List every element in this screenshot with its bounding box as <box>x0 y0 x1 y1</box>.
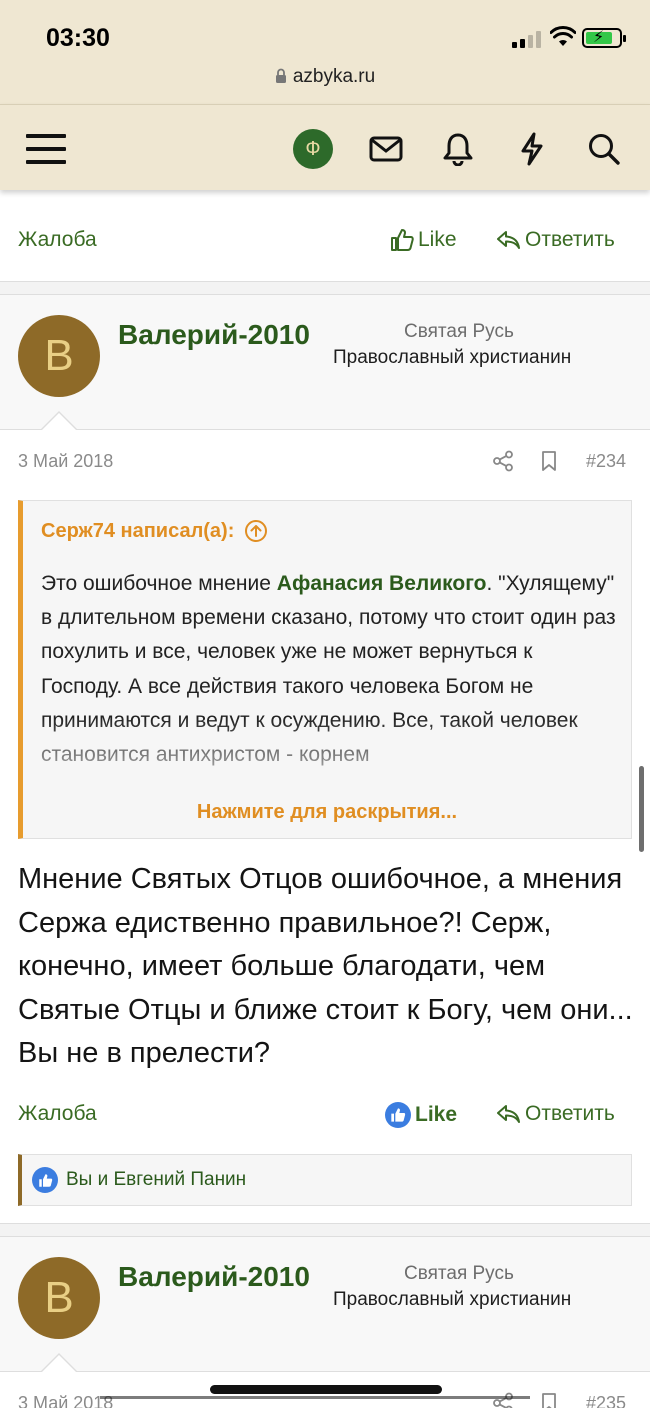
user-role: Православный христианин <box>333 1289 572 1310</box>
lock-icon <box>275 68 286 83</box>
arrow-up-circle-icon <box>245 520 268 542</box>
liked-icon <box>385 1102 411 1128</box>
like-label: Like <box>415 1103 458 1126</box>
share-icon <box>493 1392 513 1408</box>
report-link[interactable]: Жалоба <box>18 228 97 252</box>
post-author-header: В Валерий-2010 Святая Русь Православный … <box>0 294 650 430</box>
like-button[interactable]: Like <box>390 228 457 252</box>
url-bar[interactable]: azbyka.ru <box>0 66 650 88</box>
user-title: Святая Русь <box>404 1263 514 1284</box>
bookmark-icon <box>542 1393 556 1408</box>
reply-button[interactable]: Ответить <box>496 1102 615 1126</box>
avatar[interactable]: В <box>18 315 100 397</box>
url-text: azbyka.ru <box>292 66 376 87</box>
account-avatar: Ф <box>293 129 333 169</box>
share-button[interactable] <box>492 450 514 477</box>
bell-icon <box>443 133 473 166</box>
share-icon <box>493 450 513 472</box>
hamburger-icon <box>26 134 66 164</box>
user-title: Святая Русь <box>404 321 514 342</box>
envelope-icon <box>369 136 403 162</box>
inbox-button[interactable] <box>366 129 406 169</box>
avatar[interactable]: В <box>18 1257 100 1339</box>
status-bar: 03:30 ⚡ azbyka.ru <box>0 0 650 104</box>
quote-author[interactable]: Серж74 написал(а): <box>41 519 268 543</box>
bookmark-button[interactable] <box>540 450 558 477</box>
battery-icon: ⚡ <box>582 28 626 48</box>
like-badge-icon <box>32 1167 58 1193</box>
lightning-icon <box>521 132 543 166</box>
home-indicator[interactable] <box>210 1385 442 1394</box>
reply-label: Ответить <box>525 1102 615 1125</box>
likes-summary[interactable]: Вы и Евгений Панин <box>18 1154 632 1206</box>
scrollbar[interactable] <box>639 766 644 852</box>
post-number[interactable]: #234 <box>586 451 626 472</box>
like-button-active[interactable]: Like <box>385 1102 457 1128</box>
post-meta: 3 Май 2018 #234 <box>0 442 650 482</box>
like-label: Like <box>418 228 457 251</box>
quote-block: Серж74 написал(а): Это ошибочное мнение … <box>18 500 632 839</box>
reply-arrow-icon <box>497 231 520 249</box>
wifi-icon <box>550 26 576 46</box>
thumbs-up-icon <box>391 229 414 251</box>
tab-bar-edge <box>100 1396 530 1399</box>
previous-post-actions: Жалоба Like Ответить <box>0 220 650 260</box>
previous-post: Жалоба Like Ответить <box>0 190 650 282</box>
reply-label: Ответить <box>525 228 615 251</box>
username-link[interactable]: Валерий-2010 <box>118 319 310 351</box>
post-date[interactable]: 3 Май 2018 <box>18 451 113 472</box>
menu-button[interactable] <box>26 129 66 169</box>
next-post-author-header: В Валерий-2010 Святая Русь Православный … <box>0 1236 650 1372</box>
search-button[interactable] <box>584 129 624 169</box>
signal-icon <box>512 30 544 48</box>
quote-text-part1: Это ошибочное мнение <box>41 572 277 595</box>
user-role: Православный христианин <box>333 347 572 368</box>
header-notch-fill <box>42 413 76 430</box>
quote-author-reference[interactable]: Афанасия Великого <box>277 572 487 595</box>
whats-new-button[interactable] <box>512 129 552 169</box>
search-icon <box>589 134 620 165</box>
post-body: Мнение Святых Отцов ошибочное, а мнения … <box>18 863 633 1070</box>
alerts-button[interactable] <box>438 129 478 169</box>
reply-arrow-icon <box>497 1105 520 1123</box>
post-number[interactable]: #235 <box>586 1393 626 1408</box>
username-link[interactable]: Валерий-2010 <box>118 1261 310 1293</box>
bookmark-button[interactable] <box>540 1392 558 1408</box>
site-header: Ф <box>0 104 650 190</box>
post-actions: Жалоба Like Ответить <box>0 1094 650 1134</box>
reply-button[interactable]: Ответить <box>496 228 615 252</box>
status-time: 03:30 <box>46 24 110 52</box>
bookmark-icon <box>542 451 556 471</box>
header-notch-fill <box>42 1355 76 1372</box>
share-button[interactable] <box>492 1392 514 1408</box>
report-link[interactable]: Жалоба <box>18 1102 97 1126</box>
account-button[interactable]: Ф <box>293 129 333 169</box>
expand-quote-link[interactable]: Нажмите для раскрытия... <box>23 801 631 824</box>
likes-text: Вы и Евгений Панин <box>66 1169 247 1190</box>
quote-author-label: Серж74 написал(а): <box>41 519 235 542</box>
